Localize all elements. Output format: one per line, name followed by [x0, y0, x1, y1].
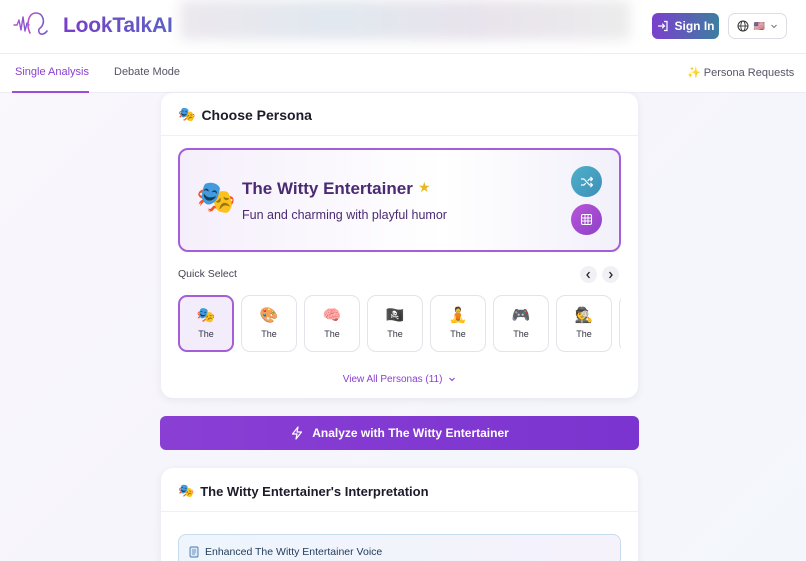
divider: [161, 511, 638, 512]
persona-requests-link[interactable]: ✨ Persona Requests: [687, 66, 794, 79]
quick-select-persona[interactable]: 🎨 The: [241, 295, 297, 352]
persona-short-name: The: [198, 329, 214, 339]
interpretation-title-text: The Witty Entertainer's Interpretation: [200, 483, 429, 499]
section-title: 🎭 Choose Persona: [178, 106, 312, 123]
selected-persona-name: The Witty Entertainer: [242, 179, 413, 198]
quick-select-persona[interactable]: 🧠 The: [304, 295, 360, 352]
persona-emoji-icon: 🕵️: [574, 307, 594, 324]
flag-icon: 🇺🇸: [753, 20, 766, 31]
document-icon: [189, 546, 199, 558]
theater-masks-icon: 🎭: [196, 179, 236, 215]
interpretation-card: 🎭 The Witty Entertainer's Interpretation…: [161, 468, 638, 561]
persona-short-name: The: [324, 329, 340, 339]
persona-emoji-icon: 🎭: [196, 307, 216, 324]
enhanced-voice-label: Enhanced The Witty Entertainer Voice: [205, 546, 383, 558]
login-icon: [657, 20, 668, 32]
tab-single-analysis[interactable]: Single Analysis: [15, 66, 89, 78]
tab-debate-mode[interactable]: Debate Mode: [114, 66, 180, 78]
persona-short-name: The: [513, 329, 529, 339]
app-logo-text[interactable]: LookTalkAI: [63, 14, 173, 38]
analyze-button[interactable]: Analyze with The Witty Entertainer: [160, 416, 639, 450]
enhanced-voice-box: Enhanced The Witty Entertainer Voice: [178, 534, 621, 561]
scroll-left-button[interactable]: [580, 266, 597, 283]
selected-persona-description: Fun and charming with playful humor: [242, 208, 447, 222]
persona-emoji-icon: 🎮: [511, 307, 531, 324]
language-selector[interactable]: 🇺🇸: [728, 13, 787, 39]
chevron-left-icon: [586, 271, 590, 278]
sign-in-label: Sign In: [674, 19, 715, 33]
theater-masks-icon: 🎭: [178, 483, 195, 498]
lightning-icon: [292, 426, 303, 440]
quick-select-persona[interactable]: 🕵️ The: [556, 295, 612, 352]
analyze-button-label: Analyze with The Witty Entertainer: [312, 426, 509, 440]
persona-emoji-icon: 🎨: [259, 307, 279, 324]
persona-short-name: The: [450, 329, 466, 339]
choose-persona-card: 🎭 Choose Persona 🎭 The Witty Entertainer…: [161, 93, 638, 398]
chevron-down-icon: [449, 377, 456, 382]
section-title-text: Choose Persona: [201, 106, 312, 123]
active-tab-indicator: [12, 91, 89, 93]
sign-in-button[interactable]: Sign In: [652, 13, 719, 39]
shuffle-icon: [580, 176, 593, 187]
blurred-banner: [180, 0, 630, 40]
quick-select-persona[interactable]: 🧘 The: [430, 295, 486, 352]
quick-select-persona[interactable]: 🎮 The: [493, 295, 549, 352]
enhanced-voice-header: Enhanced The Witty Entertainer Voice: [189, 546, 382, 558]
star-icon: ★: [418, 179, 431, 195]
mode-tabs: Single Analysis Debate Mode ✨ Persona Re…: [0, 54, 806, 93]
view-all-label: View All Personas (11): [342, 374, 443, 385]
persona-emoji-icon: 🧠: [322, 307, 342, 324]
globe-icon: [737, 20, 749, 32]
quick-select-persona[interactable]: 🎭 The: [178, 295, 234, 352]
theater-masks-icon: 🎭: [178, 106, 196, 122]
shuffle-button[interactable]: [571, 166, 602, 197]
interpretation-title: 🎭 The Witty Entertainer's Interpretation: [178, 483, 429, 499]
view-all-personas-link[interactable]: View All Personas (11): [161, 374, 638, 385]
grid-view-button[interactable]: [571, 204, 602, 235]
quick-select-row: 🎭 The 🎨 The 🧠 The 🏴‍☠️ The 🧘 The 🎮 The 🕵️ The: [178, 294, 621, 354]
chevron-down-icon: [771, 24, 777, 29]
persona-emoji-icon: 🧘: [448, 307, 468, 324]
selected-persona-panel[interactable]: 🎭 The Witty Entertainer ★ Fun and charmi…: [178, 148, 621, 252]
quick-select-persona-partial[interactable]: [619, 295, 621, 352]
quick-select-persona[interactable]: 🏴‍☠️ The: [367, 295, 423, 352]
persona-emoji-icon: 🏴‍☠️: [385, 307, 405, 324]
quick-select-label: Quick Select: [178, 268, 237, 280]
persona-short-name: The: [387, 329, 403, 339]
chevron-right-icon: [609, 271, 613, 278]
scroll-right-button[interactable]: [602, 266, 619, 283]
card-header: 🎭 Choose Persona: [161, 93, 638, 136]
grid-icon: [580, 213, 593, 226]
sound-wave-icon: [13, 12, 48, 35]
persona-short-name: The: [576, 329, 592, 339]
persona-short-name: The: [261, 329, 277, 339]
top-header: LookTalkAI Sign In 🇺🇸: [0, 0, 806, 54]
